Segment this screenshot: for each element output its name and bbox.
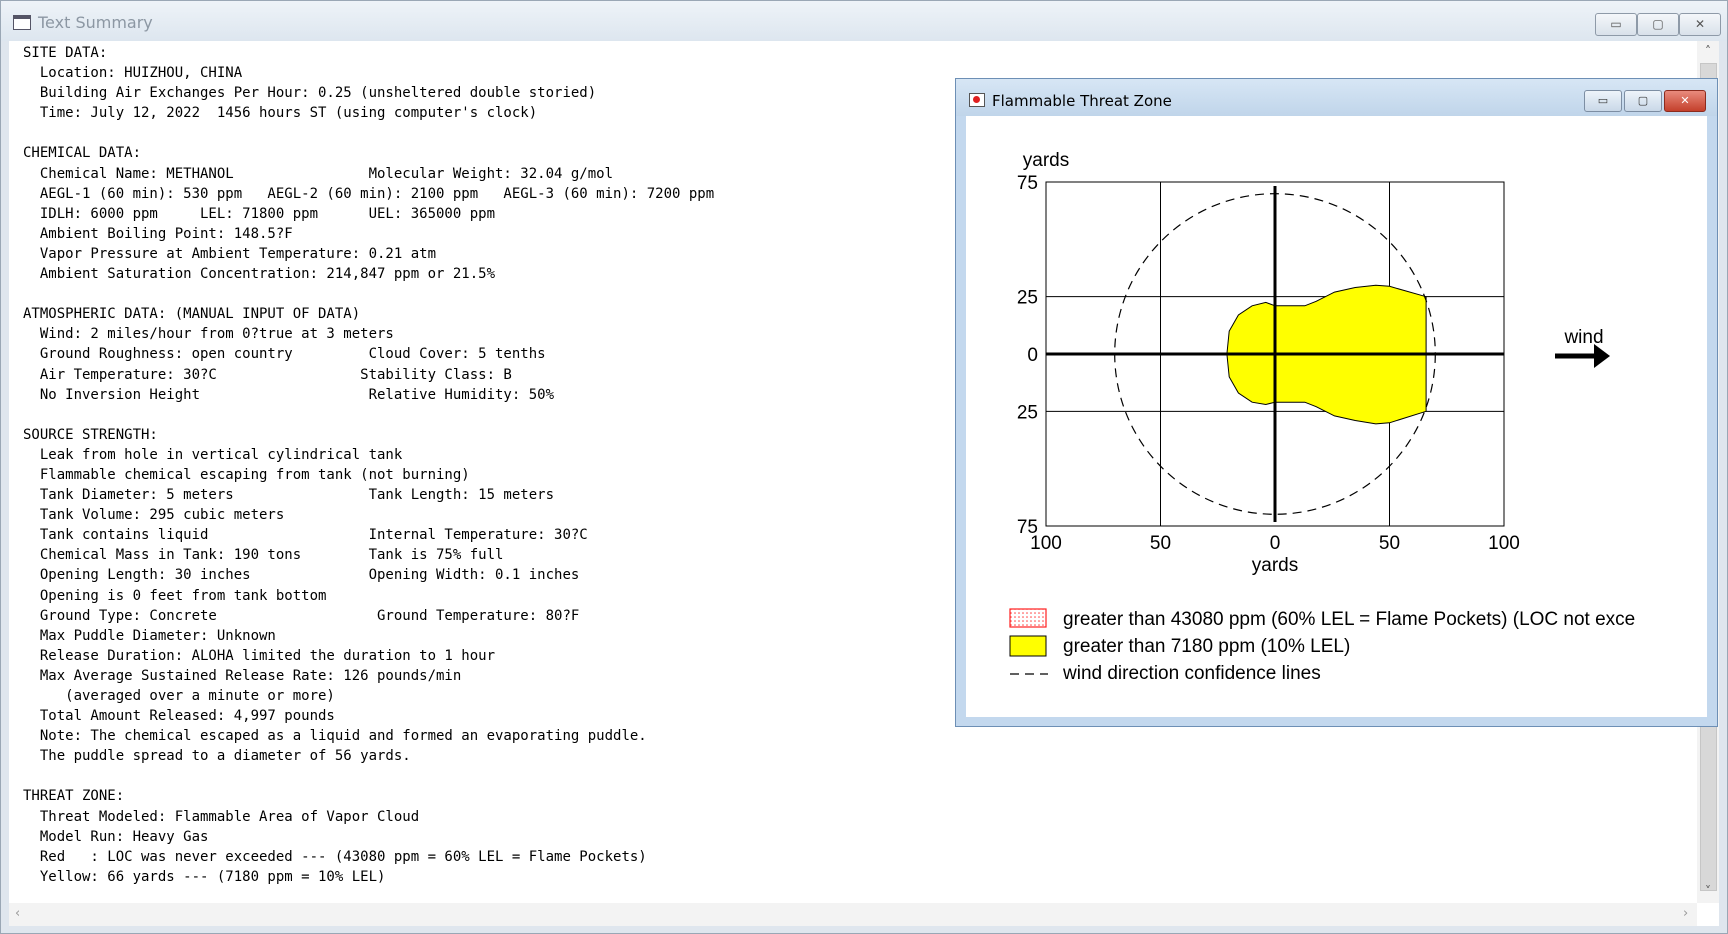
threat-zone-minimize-button[interactable]: ▭ <box>1584 90 1622 112</box>
summary-line: Yellow: 66 yards --- (7180 ppm = 10% LEL… <box>39 868 386 885</box>
x-axis-unit-label: yards <box>1252 555 1298 576</box>
summary-line: Note: The chemical escaped as a liquid a… <box>39 728 647 745</box>
summary-line: Location: HUIZHOU, CHINA <box>39 65 243 82</box>
y-tick-label: 0 <box>1027 345 1038 366</box>
summary-line: Max Puddle Diameter: Unknown <box>39 627 276 644</box>
summary-line: Time: July 12, 2022 1456 hours ST (using… <box>39 105 538 122</box>
scroll-left-icon[interactable]: ‹ <box>15 906 20 921</box>
legend-label-yellow: greater than 7180 ppm (10% LEL) <box>1063 636 1350 657</box>
y-tick-label: 25 <box>1017 402 1038 423</box>
threat-zone-close-button[interactable]: ✕ <box>1664 90 1706 112</box>
scroll-down-icon[interactable]: ˅ <box>1697 884 1719 898</box>
summary-line: Air Temperature: 30?C Stability Class: B <box>39 366 512 383</box>
summary-line: Release Duration: ALOHA limited the dura… <box>39 647 496 664</box>
summary-line: Ambient Saturation Concentration: 214,84… <box>39 266 496 283</box>
scroll-up-icon[interactable]: ˄ <box>1697 44 1719 58</box>
legend-label-red: greater than 43080 ppm (60% LEL = Flame … <box>1063 609 1635 630</box>
threat-zone-maximize-button[interactable]: ▢ <box>1624 90 1662 112</box>
summary-line: Tank contains liquid Internal Temperatur… <box>39 527 588 544</box>
summary-line: Model Run: Heavy Gas <box>39 828 209 845</box>
threat-zone-plot-area: 100 50 0 50 100 75 25 0 25 75 yards yards wind gr… <box>966 116 1707 717</box>
summary-line: Chemical Name: METHANOL Molecular Weight… <box>39 165 614 182</box>
summary-text: SITE DATA: Location: HUIZHOU, CHINA Buil… <box>23 43 714 887</box>
x-tick-label: 50 <box>1150 533 1171 554</box>
summary-line: Ground Type: Concrete Ground Temperature… <box>39 607 580 624</box>
summary-line: Ground Roughness: open country Cloud Cov… <box>39 346 546 363</box>
y-tick-label: 75 <box>1017 517 1038 538</box>
summary-line: Opening Length: 30 inches Opening Width:… <box>39 567 580 584</box>
maximize-button[interactable]: ▢ <box>1637 13 1679 36</box>
summary-line: Leak from hole in vertical cylindrical t… <box>39 446 403 463</box>
summary-line: AEGL-1 (60 min): 530 ppm AEGL-2 (60 min)… <box>39 185 715 202</box>
summary-line: THREAT ZONE: <box>23 788 125 805</box>
title-bar[interactable]: Text Summary ▭ ▢ ✕ <box>1 1 1727 41</box>
summary-line: Threat Modeled: Flammable Area of Vapor … <box>39 808 420 825</box>
x-tick-label: 50 <box>1379 533 1400 554</box>
threat-zone-window-icon <box>969 93 985 107</box>
summary-line: Chemical Mass in Tank: 190 tons Tank is … <box>39 547 504 564</box>
summary-line: Tank Diameter: 5 meters Tank Length: 15 … <box>39 487 555 504</box>
summary-line: No Inversion Height Relative Humidity: 5… <box>39 386 555 403</box>
summary-line: (averaged over a minute or more) <box>65 688 335 704</box>
summary-line: Opening is 0 feet from tank bottom <box>39 587 327 604</box>
y-tick-label: 25 <box>1017 288 1038 309</box>
summary-line: Flammable chemical escaping from tank (n… <box>39 466 470 483</box>
summary-line: CHEMICAL DATA: <box>23 145 142 162</box>
wind-label: wind <box>1563 327 1603 348</box>
scroll-right-icon[interactable]: › <box>1683 906 1688 921</box>
x-tick-label: 0 <box>1270 533 1281 554</box>
legend-swatch-yellow <box>1009 635 1047 657</box>
y-axis-unit-label: yards <box>1023 150 1069 171</box>
y-tick-label: 75 <box>1017 173 1038 194</box>
legend-swatch-red <box>1009 608 1047 628</box>
x-tick-label: 100 <box>1488 533 1520 554</box>
summary-line: Red : LOC was never exceeded --- (43080 … <box>39 848 647 865</box>
flammable-threat-zone-window: Flammable Threat Zone ▭ ▢ ✕ 100 50 0 50 100 7… <box>955 78 1718 727</box>
summary-line: Ambient Boiling Point: 148.5?F <box>39 225 293 242</box>
threat-zone-title-bar[interactable]: Flammable Threat Zone ▭ ▢ ✕ <box>956 79 1717 116</box>
summary-line: IDLH: 6000 ppm LEL: 71800 ppm UEL: 36500… <box>39 205 496 222</box>
summary-line: The puddle spread to a diameter of 56 ya… <box>39 748 411 765</box>
window-title: Text Summary <box>38 13 153 32</box>
summary-line: ATMOSPHERIC DATA: (MANUAL INPUT OF DATA) <box>23 306 361 323</box>
summary-line: Wind: 2 miles/hour from 0?true at 3 mete… <box>39 326 394 343</box>
summary-line: Building Air Exchanges Per Hour: 0.25 (u… <box>39 85 597 102</box>
summary-line: Vapor Pressure at Ambient Temperature: 0… <box>39 245 437 262</box>
window-icon <box>13 15 31 30</box>
summary-line: SITE DATA: <box>23 45 108 61</box>
horizontal-scrollbar[interactable]: ‹ › <box>9 903 1697 926</box>
legend-label-dashed: wind direction confidence lines <box>1062 663 1321 684</box>
minimize-button[interactable]: ▭ <box>1595 13 1637 36</box>
summary-line: Max Average Sustained Release Rate: 126 … <box>39 667 462 684</box>
summary-line: Tank Volume: 295 cubic meters <box>39 507 285 524</box>
threat-zone-chart: 100 50 0 50 100752502575 yards yards wind gr… <box>1009 150 1635 684</box>
summary-line: SOURCE STRENGTH: <box>23 426 158 443</box>
threat-zone-title: Flammable Threat Zone <box>992 92 1172 110</box>
summary-line: Total Amount Released: 4,997 pounds <box>39 708 335 725</box>
close-button[interactable]: ✕ <box>1679 13 1721 36</box>
